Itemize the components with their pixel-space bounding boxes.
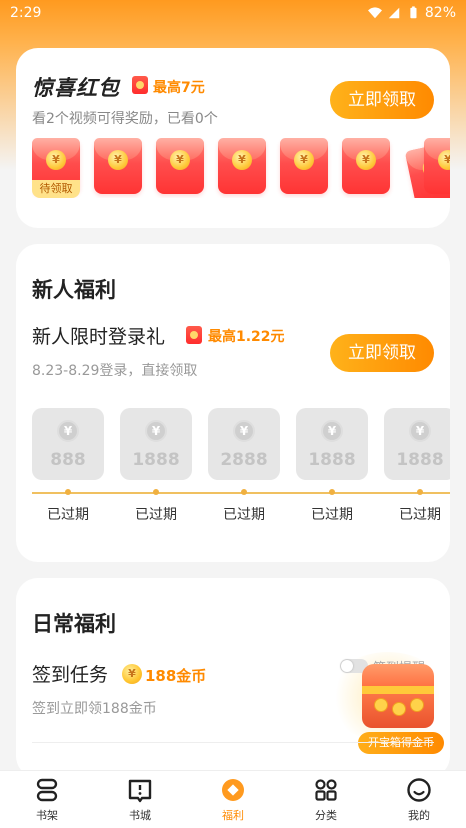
day-status: 已过期 — [135, 507, 177, 523]
redpacket-icon — [186, 326, 202, 344]
day-amount: 1888 — [308, 450, 356, 470]
status-icons: 82% — [367, 5, 456, 21]
redpacket-item[interactable]: ¥ — [280, 138, 328, 194]
chest-coin — [410, 698, 424, 712]
day-amount: 888 — [50, 450, 86, 470]
timeline-dot — [329, 489, 335, 495]
day-status: 已过期 — [47, 507, 89, 523]
promo-max-label: 最高7元 — [153, 80, 205, 96]
wifi-icon — [367, 7, 382, 19]
surprise-redpacket-card: 惊喜红包 最高7元 看2个视频可得奖励，已看0个 立即领取 ¥ 待领取 ¥ ¥ … — [16, 48, 450, 228]
coin-icon: ¥ — [356, 150, 376, 170]
coin-icon: ¥ — [294, 150, 314, 170]
chest-coin — [374, 698, 388, 712]
category-icon — [315, 779, 337, 801]
welfare-icon — [222, 779, 244, 801]
newbie-login-subtitle: 8.23-8.29登录，直接领取 — [32, 363, 198, 379]
day-amount: 1888 — [132, 450, 180, 470]
coin-icon: ¥ — [46, 150, 66, 170]
coin-icon: ¥ — [321, 420, 343, 442]
nav-bookshelf[interactable]: 书架 — [17, 777, 77, 828]
status-bar: 2:29 82% — [0, 0, 466, 28]
daily-section-title: 日常福利 — [32, 612, 116, 636]
day-status: 已过期 — [223, 507, 265, 523]
gold-coin-icon: ¥ — [122, 664, 142, 684]
nav-label: 我的 — [408, 809, 430, 822]
coin-icon: ¥ — [233, 420, 255, 442]
day-amount: 2888 — [220, 450, 268, 470]
bookstore-icon — [128, 779, 152, 803]
redpacket-item[interactable]: ¥ — [156, 138, 204, 194]
profile-icon — [407, 778, 431, 802]
nav-label: 福利 — [222, 809, 244, 822]
nav-bookstore[interactable]: 书城 — [110, 777, 170, 828]
coin-icon: ¥ — [108, 150, 128, 170]
newbie-max-label: 最高1.22元 — [208, 329, 285, 345]
bookshelf-icon — [36, 778, 58, 802]
chest-coin — [392, 702, 406, 716]
open-chest-button[interactable]: 开宝箱得金币 — [358, 732, 444, 754]
day-amount: 1888 — [396, 450, 444, 470]
nav-welfare[interactable]: 福利 — [203, 777, 263, 828]
redpacket-item[interactable]: ¥ — [342, 138, 390, 194]
nav-label: 书城 — [129, 809, 151, 822]
newbie-welfare-card: 新人福利 新人限时登录礼 最高1.22元 8.23-8.29登录，直接领取 立即… — [16, 244, 450, 562]
checkin-reward: 188金币 — [145, 667, 207, 685]
promo-claim-button[interactable]: 立即领取 — [330, 81, 434, 119]
login-day-box: ¥ 2888 — [208, 408, 280, 480]
coin-icon: ¥ — [409, 420, 431, 442]
bottom-nav: 书架 书城 福利 分类 我的 — [0, 770, 466, 828]
newbie-section-title: 新人福利 — [32, 278, 116, 302]
redpacket-row: ¥ 待领取 ¥ ¥ ¥ ¥ ¥ ¥ ¥ — [32, 138, 450, 198]
promo-subtitle: 看2个视频可得奖励，已看0个 — [32, 111, 218, 127]
treasure-chest-icon[interactable] — [358, 664, 438, 734]
coin-icon: ¥ — [438, 150, 450, 170]
timeline-dot — [65, 489, 71, 495]
divider — [32, 742, 434, 743]
login-day-box: ¥ 1888 — [296, 408, 368, 480]
newbie-claim-button[interactable]: 立即领取 — [330, 334, 434, 372]
checkin-title: 签到任务 — [32, 664, 109, 686]
nav-label: 书架 — [36, 809, 58, 822]
nav-category[interactable]: 分类 — [296, 777, 356, 828]
battery-level: 82% — [424, 5, 456, 21]
login-day-box: ¥ 888 — [32, 408, 104, 480]
daily-welfare-card: 日常福利 签到任务 ¥ 188金币 签到立即领188金币 签到提醒 开宝箱得金币 — [16, 578, 450, 778]
signal-icon — [388, 7, 400, 19]
coin-icon: ¥ — [170, 150, 190, 170]
redpacket-pending-tag: 待领取 — [32, 180, 80, 198]
newbie-login-title: 新人限时登录礼 — [32, 326, 166, 348]
redpacket-item[interactable]: ¥ 待领取 — [32, 138, 80, 198]
nav-label: 分类 — [315, 809, 337, 822]
status-time: 2:29 — [10, 5, 42, 21]
day-status: 已过期 — [311, 507, 353, 523]
nav-profile[interactable]: 我的 — [389, 777, 449, 828]
timeline-dot — [241, 489, 247, 495]
coin-icon: ¥ — [57, 420, 79, 442]
login-day-box: ¥ 1888 — [120, 408, 192, 480]
redpacket-item[interactable]: ¥ — [424, 138, 450, 194]
battery-icon — [410, 6, 417, 19]
redpacket-icon — [132, 76, 148, 94]
timeline-dot — [417, 489, 423, 495]
checkin-subtitle: 签到立即领188金币 — [32, 701, 157, 717]
redpacket-item[interactable]: ¥ — [218, 138, 266, 194]
coin-icon: ¥ — [232, 150, 252, 170]
promo-title: 惊喜红包 — [32, 76, 120, 100]
timeline-dot — [153, 489, 159, 495]
chest-band — [362, 686, 434, 694]
login-day-box: ¥ 1888 — [384, 408, 450, 480]
day-status: 已过期 — [399, 507, 441, 523]
coin-icon: ¥ — [145, 420, 167, 442]
login-day-list: ¥ 888 已过期 ¥ 1888 已过期 ¥ 2888 已过期 ¥ 1888 已… — [32, 408, 450, 528]
redpacket-item[interactable]: ¥ — [94, 138, 142, 194]
